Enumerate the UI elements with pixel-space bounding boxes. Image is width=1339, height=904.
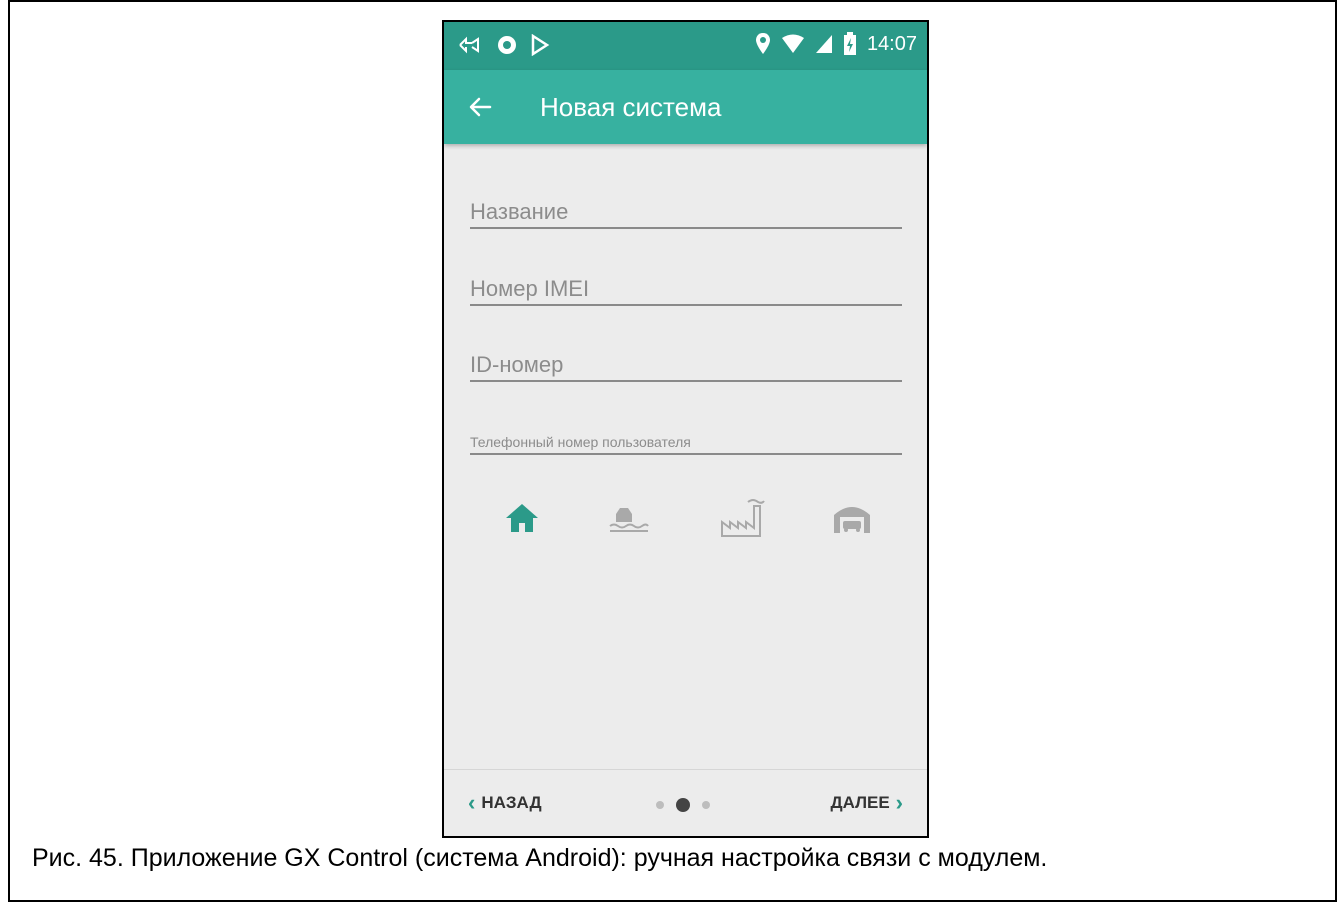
location-icon <box>755 33 770 54</box>
id-field <box>470 350 902 382</box>
factory-icon <box>721 499 765 537</box>
status-bar: 14:07 <box>444 22 927 70</box>
signal-icon <box>815 35 832 53</box>
bottom-navigation: ‹ НАЗАД ДАЛЕЕ › <box>444 769 927 836</box>
page-dot-active <box>676 798 690 812</box>
next-button[interactable]: ДАЛЕЕ › <box>830 792 903 814</box>
object-type-selector <box>444 492 927 562</box>
page-indicator <box>656 798 710 812</box>
imei-input[interactable] <box>470 274 902 304</box>
play-icon <box>531 34 550 56</box>
app-bar: Новая система <box>444 70 927 144</box>
status-time: 14:07 <box>866 32 917 55</box>
name-field <box>470 197 902 229</box>
imei-field <box>470 274 902 306</box>
id-input[interactable] <box>470 350 902 380</box>
chevron-right-icon: › <box>895 790 903 815</box>
circle-icon <box>498 36 516 54</box>
figure-caption: Рис. 45. Приложение GX Control (система … <box>32 844 1048 872</box>
phone-input[interactable] <box>470 431 902 453</box>
battery-icon <box>843 32 856 55</box>
page-dot <box>656 801 664 809</box>
back-button-label: НАЗАД <box>481 793 542 812</box>
chevron-left-icon: ‹ <box>468 790 476 815</box>
type-lake-house[interactable] <box>602 492 654 544</box>
type-factory[interactable] <box>716 492 768 544</box>
page-title: Новая система <box>540 92 722 122</box>
type-garage[interactable] <box>826 492 878 544</box>
name-input[interactable] <box>470 197 902 227</box>
lake-house-icon <box>609 508 649 532</box>
phone-screen: 14:07 Новая система Название Номер IMEI … <box>442 20 929 838</box>
figure-frame: 14:07 Новая система Название Номер IMEI … <box>8 0 1337 902</box>
notification-icon <box>459 36 479 54</box>
arrow-back-icon[interactable] <box>464 90 498 124</box>
garage-icon <box>834 507 870 533</box>
next-button-label: ДАЛЕЕ <box>830 793 890 812</box>
house-icon <box>506 504 538 532</box>
back-button[interactable]: ‹ НАЗАД <box>468 792 542 814</box>
wifi-icon <box>781 34 804 53</box>
type-house[interactable] <box>496 492 548 544</box>
page-dot <box>702 801 710 809</box>
phone-field <box>470 431 902 455</box>
